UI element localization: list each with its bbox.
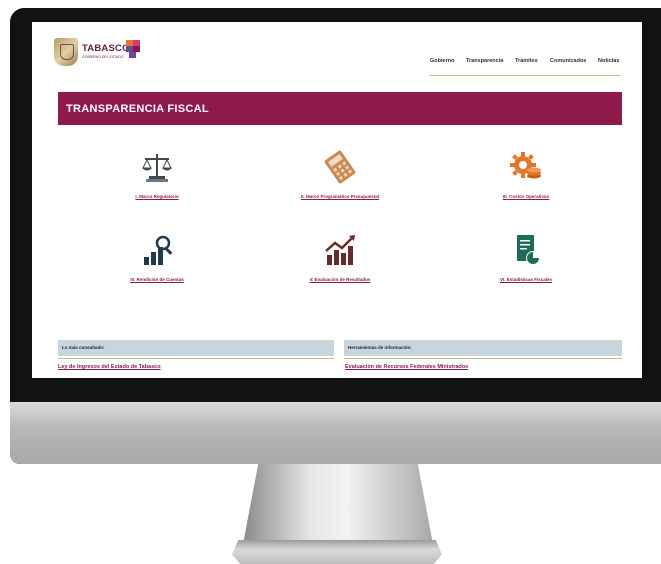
growth-chart-icon — [325, 235, 355, 265]
logo-subtitle: GOBIERNO DEL ESTADO — [82, 55, 124, 59]
tile-rendicion-cuentas[interactable]: IV. Rendición de Cuentas — [82, 233, 232, 293]
panel-heading: Herramientas de información: — [348, 345, 412, 350]
gear-coins-icon — [510, 152, 541, 179]
page-title: TRANSPARENCIA FISCAL — [66, 103, 209, 115]
nav-comunicados[interactable]: Comunicados — [550, 58, 586, 64]
panel-heading: Lo más consultado: — [62, 345, 105, 350]
panel-divider — [344, 358, 622, 359]
logo-brand: TABASCO — [82, 43, 130, 54]
logo-mark-icon — [126, 40, 140, 58]
tile-costos-operativos[interactable]: III. Costos Operativos — [451, 150, 601, 210]
chart-magnifier-icon — [144, 235, 173, 265]
tile-evaluacion-resultados[interactable]: V. Evaluación de Resultados — [265, 233, 415, 293]
nav-gobierno[interactable]: Gobierno — [430, 58, 454, 64]
monitor-chin-highlight — [10, 402, 661, 426]
panel-most-viewed-header: Lo más consultado: — [58, 340, 334, 356]
crest-icon — [54, 38, 78, 66]
monitor-screen: TABASCO GOBIERNO DEL ESTADO Gobierno Tra… — [32, 22, 642, 378]
nav-tramites[interactable]: Trámites — [515, 58, 538, 64]
tile-label[interactable]: V. Evaluación de Resultados — [265, 277, 415, 283]
tile-estadisticas-fiscales[interactable]: VI. Estadísticas Fiscales — [451, 233, 601, 293]
panel-tools-header: Herramientas de información: — [344, 340, 622, 356]
tile-label[interactable]: III. Costos Operativos — [451, 194, 601, 200]
nav-transparencia[interactable]: Transparencia — [466, 58, 503, 64]
page-banner: TRANSPARENCIA FISCAL — [58, 92, 622, 125]
calculator-icon — [324, 150, 356, 184]
tile-label[interactable]: IV. Rendición de Cuentas — [82, 277, 232, 283]
most-viewed-link[interactable]: Ley de Ingresos del Estado de Tabasco — [58, 364, 161, 370]
tile-marco-regulatorio[interactable]: I. Marco Regulatorio — [82, 150, 232, 210]
tile-marco-programatico[interactable]: II. Marco Programático Presupuestal — [265, 150, 415, 210]
scales-icon — [142, 154, 172, 182]
document-chart-icon — [517, 235, 540, 265]
panel-divider — [58, 358, 334, 359]
site-header: TABASCO GOBIERNO DEL ESTADO Gobierno Tra… — [32, 22, 642, 80]
tabasco-logo[interactable]: TABASCO GOBIERNO DEL ESTADO — [54, 38, 140, 68]
tile-label[interactable]: I. Marco Regulatorio — [82, 194, 232, 200]
tools-link[interactable]: Evaluación de Recursos Federales Ministr… — [345, 364, 468, 370]
tile-label[interactable]: II. Marco Programático Presupuestal — [300, 194, 380, 200]
monitor-stand-neck — [243, 464, 433, 544]
nav-noticias[interactable]: Noticias — [598, 58, 619, 64]
monitor-stand-foot — [232, 540, 442, 564]
tile-label[interactable]: VI. Estadísticas Fiscales — [451, 277, 601, 283]
main-nav: Gobierno Transparencia Trámites Comunica… — [422, 58, 622, 68]
nav-divider — [430, 75, 620, 76]
